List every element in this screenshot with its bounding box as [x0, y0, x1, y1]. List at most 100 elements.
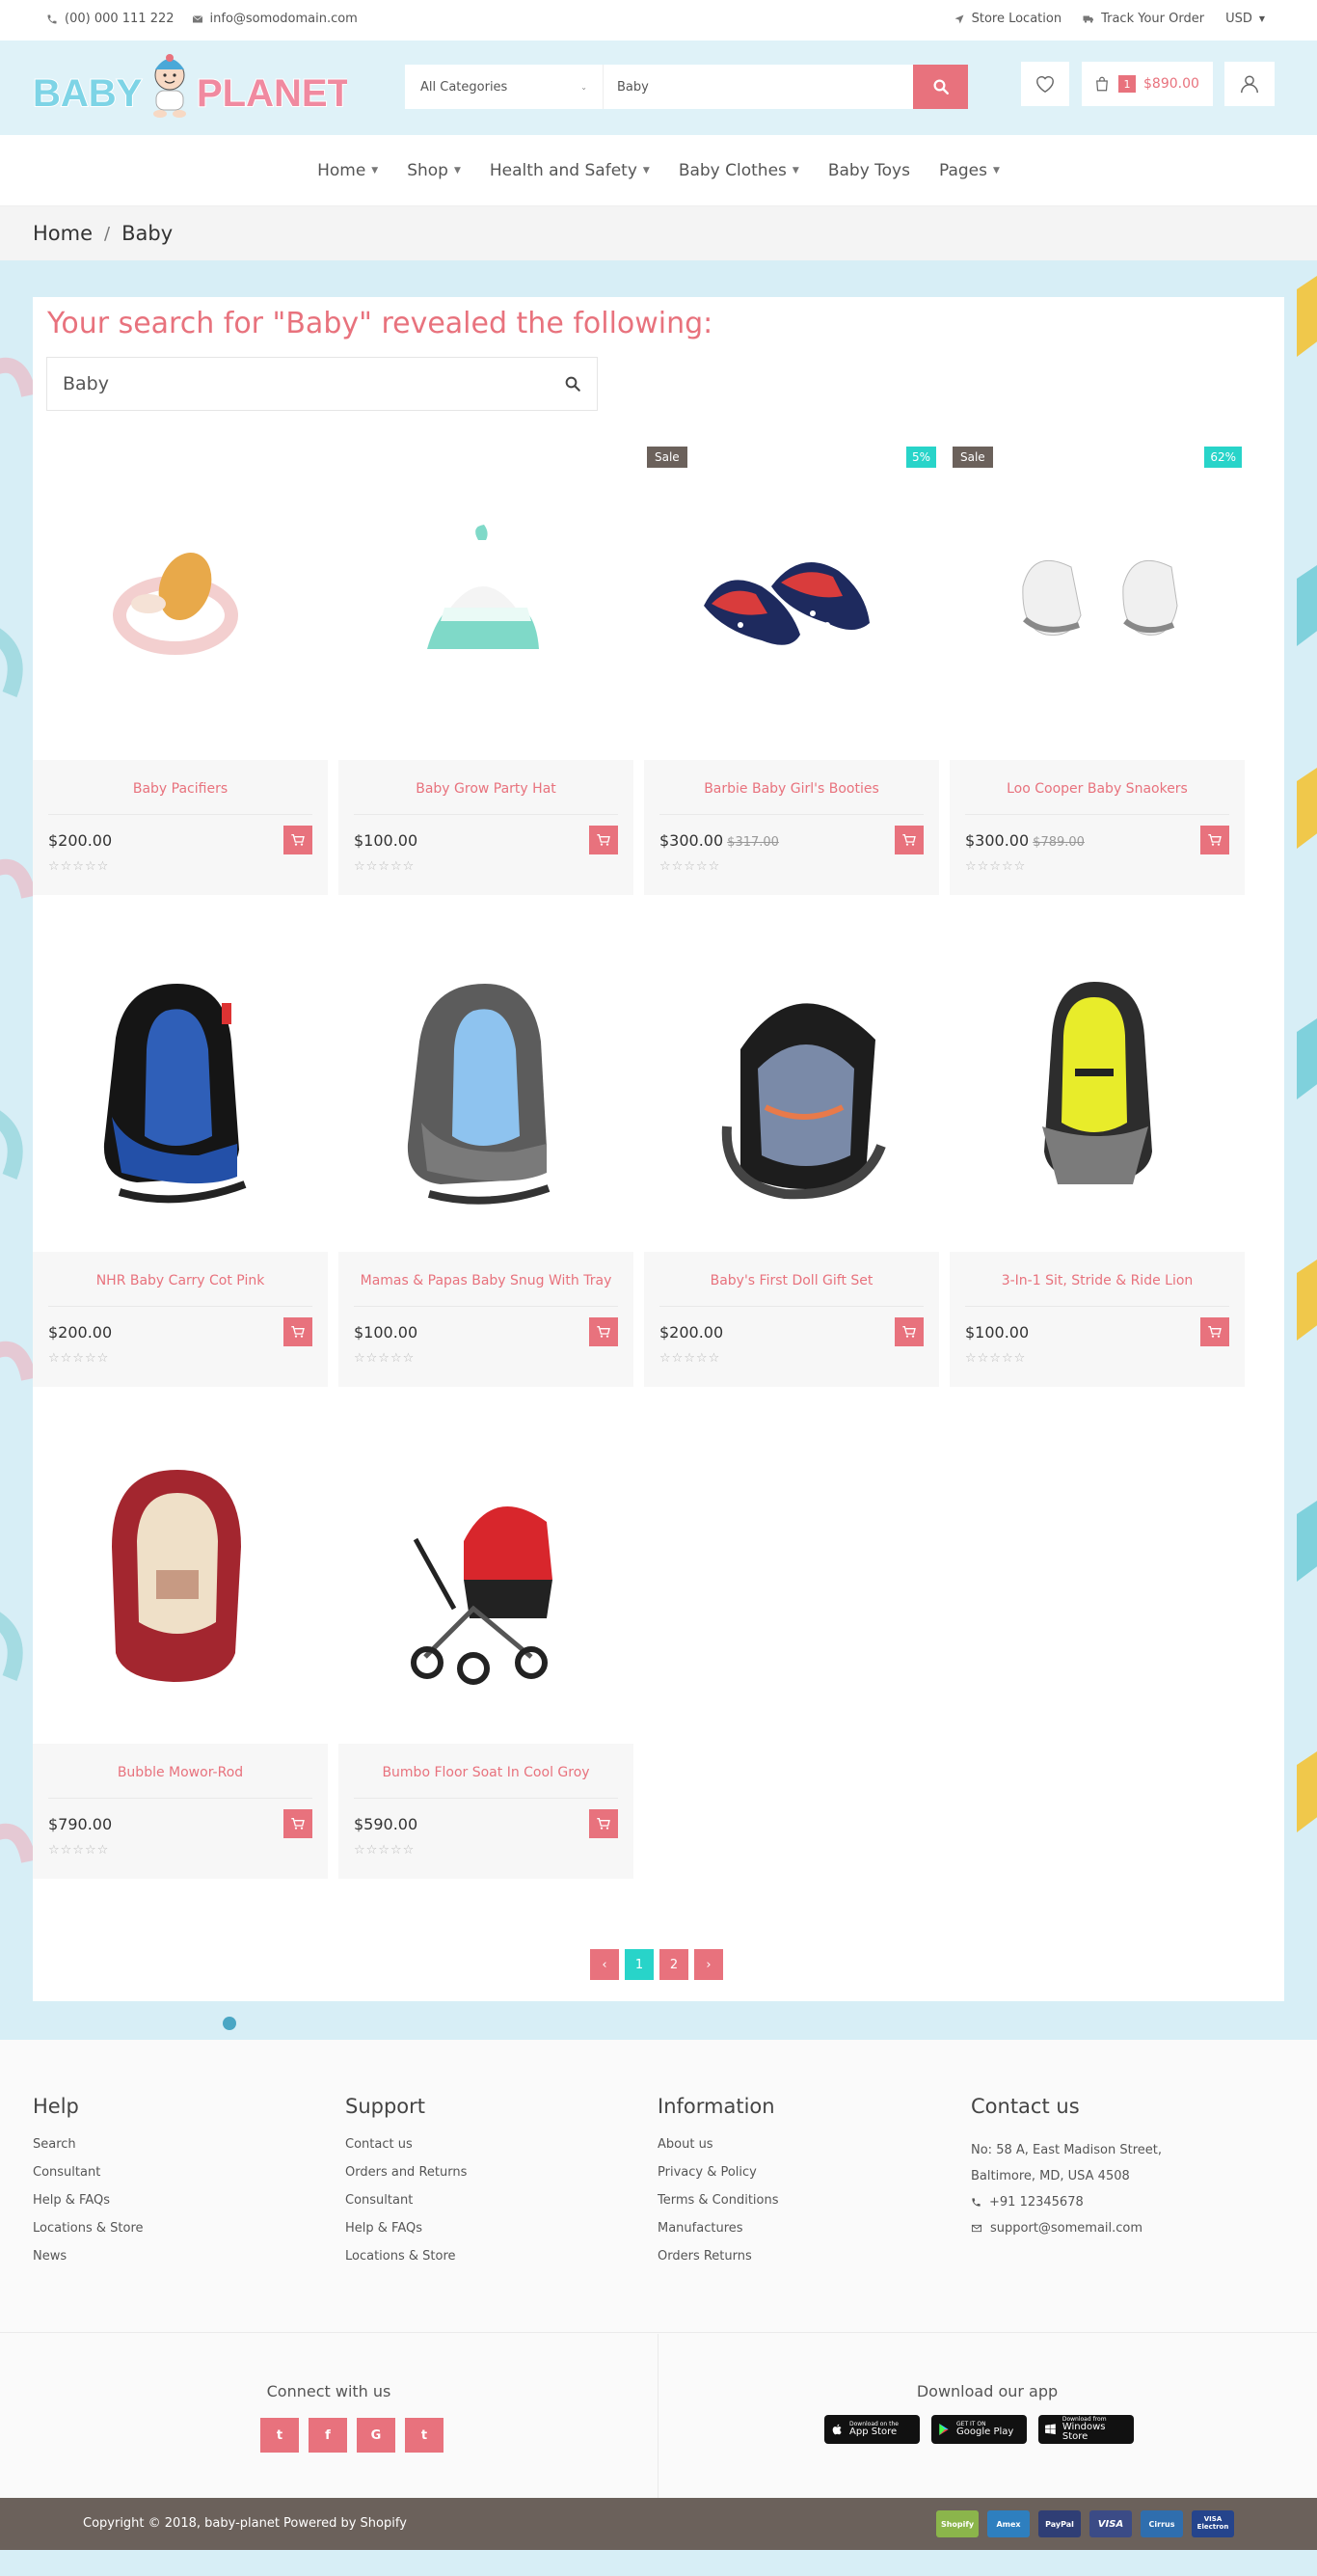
- product-name[interactable]: Baby Pacifiers: [33, 781, 328, 797]
- twitter-icon[interactable]: t: [260, 2418, 299, 2453]
- product-image[interactable]: [950, 934, 1245, 1252]
- add-to-cart-button[interactable]: [589, 826, 618, 854]
- pagination-prev[interactable]: ‹: [590, 1949, 619, 1980]
- top-bar: (00) 000 111 222 info@somodomain.com Sto…: [0, 0, 1317, 41]
- account-button[interactable]: [1224, 62, 1275, 106]
- main-nav: Home ▼ Shop ▼ Health and Safety ▼ Baby Clot…: [0, 135, 1317, 206]
- breadcrumb-home[interactable]: Home: [33, 222, 93, 245]
- add-to-cart-button[interactable]: [283, 1317, 312, 1346]
- app-store-badge[interactable]: Download on the App Store: [824, 2415, 920, 2444]
- product-card[interactable]: Bubble Mowor-Rod $790.00 ☆☆☆☆☆: [33, 1425, 328, 1890]
- footer-link[interactable]: About us: [658, 2137, 779, 2165]
- nav-item-home[interactable]: Home ▼: [317, 161, 378, 180]
- store-location-link[interactable]: Store Location: [954, 12, 1062, 26]
- facebook-icon[interactable]: f: [309, 2418, 347, 2453]
- product-image[interactable]: [33, 442, 328, 760]
- cart-button[interactable]: 1 $890.00: [1082, 62, 1213, 106]
- product-name[interactable]: Mamas & Papas Baby Snug With Tray: [338, 1273, 633, 1288]
- nav-item-health-and-safety[interactable]: Health and Safety ▼: [490, 161, 650, 180]
- product-card[interactable]: 3-In-1 Sit, Stride & Ride Lion $100.00 ☆…: [950, 934, 1245, 1398]
- sale-badge: Sale: [647, 447, 687, 468]
- product-name[interactable]: Bumbo Floor Soat In Cool Groy: [338, 1765, 633, 1780]
- product-card[interactable]: NHR Baby Carry Cot Pink $200.00 ☆☆☆☆☆: [33, 934, 328, 1398]
- contact-email[interactable]: support@somemail.com: [971, 2215, 1162, 2241]
- nav-item-pages[interactable]: Pages ▼: [939, 161, 1000, 180]
- product-name[interactable]: Bubble Mowor-Rod: [33, 1765, 328, 1780]
- pagination-page-2[interactable]: 2: [659, 1949, 688, 1980]
- footer-link[interactable]: Locations & Store: [33, 2221, 144, 2249]
- footer-link[interactable]: Help & FAQs: [345, 2221, 467, 2249]
- pagination-next[interactable]: ›: [694, 1949, 723, 1980]
- pagination-page-1[interactable]: 1: [625, 1949, 654, 1980]
- product-name[interactable]: Baby's First Doll Gift Set: [644, 1273, 939, 1288]
- results-search-input[interactable]: [63, 373, 525, 394]
- footer-support-column: Support Contact us Orders and Returns Co…: [345, 2095, 467, 2277]
- svg-text:PLANET: PLANET: [197, 72, 347, 115]
- footer-link[interactable]: Manufactures: [658, 2221, 779, 2249]
- footer-link[interactable]: Privacy & Policy: [658, 2165, 779, 2193]
- product-card[interactable]: Baby Grow Party Hat $100.00 ☆☆☆☆☆: [338, 442, 633, 907]
- add-to-cart-button[interactable]: [589, 1317, 618, 1346]
- add-to-cart-button[interactable]: [895, 1317, 924, 1346]
- product-divider: [48, 1798, 312, 1799]
- product-image[interactable]: [33, 1425, 328, 1744]
- tumblr-icon[interactable]: t: [405, 2418, 443, 2453]
- nav-item-baby-clothes[interactable]: Baby Clothes ▼: [679, 161, 799, 180]
- nav-item-shop[interactable]: Shop ▼: [407, 161, 461, 180]
- site-logo[interactable]: BABY PLANET: [33, 50, 347, 125]
- contact-email-text: support@somemail.com: [990, 2221, 1143, 2236]
- product-card[interactable]: Mamas & Papas Baby Snug With Tray $100.0…: [338, 934, 633, 1398]
- product-card[interactable]: Bumbo Floor Soat In Cool Groy $590.00 ☆☆…: [338, 1425, 633, 1890]
- add-to-cart-button[interactable]: [283, 826, 312, 854]
- product-card[interactable]: Baby Pacifiers $200.00 ☆☆☆☆☆: [33, 442, 328, 907]
- google-icon[interactable]: G: [357, 2418, 395, 2453]
- product-info: Loo Cooper Baby Snaokers $300.00 $789.00 …: [950, 760, 1245, 895]
- category-select[interactable]: All Categories ⌄: [405, 65, 604, 109]
- product-image[interactable]: Sale 62%: [950, 442, 1245, 760]
- product-card[interactable]: Baby's First Doll Gift Set $200.00 ☆☆☆☆☆: [644, 934, 939, 1398]
- footer-link[interactable]: Contact us: [345, 2137, 467, 2165]
- product-image[interactable]: [338, 1425, 633, 1744]
- product-name[interactable]: Loo Cooper Baby Snaokers: [950, 781, 1245, 797]
- wishlist-button[interactable]: [1021, 62, 1069, 106]
- windows-store-badge[interactable]: Download from Windows Store: [1038, 2415, 1134, 2444]
- product-image[interactable]: Sale 5%: [644, 442, 939, 760]
- product-name[interactable]: Barbie Baby Girl's Booties: [644, 781, 939, 797]
- footer-link[interactable]: Terms & Conditions: [658, 2193, 779, 2221]
- nav-item-baby-toys[interactable]: Baby Toys: [828, 161, 910, 180]
- currency-select[interactable]: USD ▼: [1225, 12, 1265, 26]
- footer-link[interactable]: Help & FAQs: [33, 2193, 144, 2221]
- add-to-cart-button[interactable]: [589, 1809, 618, 1838]
- add-to-cart-button[interactable]: [1200, 1317, 1229, 1346]
- search-icon[interactable]: [564, 375, 581, 393]
- apple-icon: [832, 2424, 842, 2435]
- product-image[interactable]: [338, 934, 633, 1252]
- product-card[interactable]: Sale 5% Barbie Baby Girl's Booties $300.…: [644, 442, 939, 907]
- footer-link[interactable]: Locations & Store: [345, 2249, 467, 2277]
- footer-link[interactable]: Consultant: [33, 2165, 144, 2193]
- track-order-link[interactable]: Track Your Order: [1083, 12, 1204, 26]
- product-image[interactable]: [644, 934, 939, 1252]
- footer-link[interactable]: Orders Returns: [658, 2249, 779, 2277]
- visa-electron-icon: VISA Electron: [1192, 2510, 1234, 2537]
- product-name[interactable]: Baby Grow Party Hat: [338, 781, 633, 797]
- product-image[interactable]: [33, 934, 328, 1252]
- header-search-button[interactable]: [913, 65, 968, 109]
- product-name[interactable]: 3-In-1 Sit, Stride & Ride Lion: [950, 1273, 1245, 1288]
- footer-link[interactable]: Consultant: [345, 2193, 467, 2221]
- email-info[interactable]: info@somodomain.com: [192, 12, 358, 26]
- google-play-badge[interactable]: GET IT ON Google Play: [931, 2415, 1027, 2444]
- price-current: $300.00: [659, 831, 724, 850]
- results-search-box: [46, 357, 598, 411]
- product-name[interactable]: NHR Baby Carry Cot Pink: [33, 1273, 328, 1288]
- stroller-image: [411, 1506, 552, 1685]
- product-image[interactable]: [338, 442, 633, 760]
- footer-link[interactable]: Orders and Returns: [345, 2165, 467, 2193]
- add-to-cart-button[interactable]: [895, 826, 924, 854]
- footer-link[interactable]: News: [33, 2249, 144, 2277]
- header-search-input[interactable]: [604, 65, 913, 109]
- product-card[interactable]: Sale 62% Loo Cooper Baby Snaokers $300.0…: [950, 442, 1245, 907]
- add-to-cart-button[interactable]: [1200, 826, 1229, 854]
- footer-link[interactable]: Search: [33, 2137, 144, 2165]
- add-to-cart-button[interactable]: [283, 1809, 312, 1838]
